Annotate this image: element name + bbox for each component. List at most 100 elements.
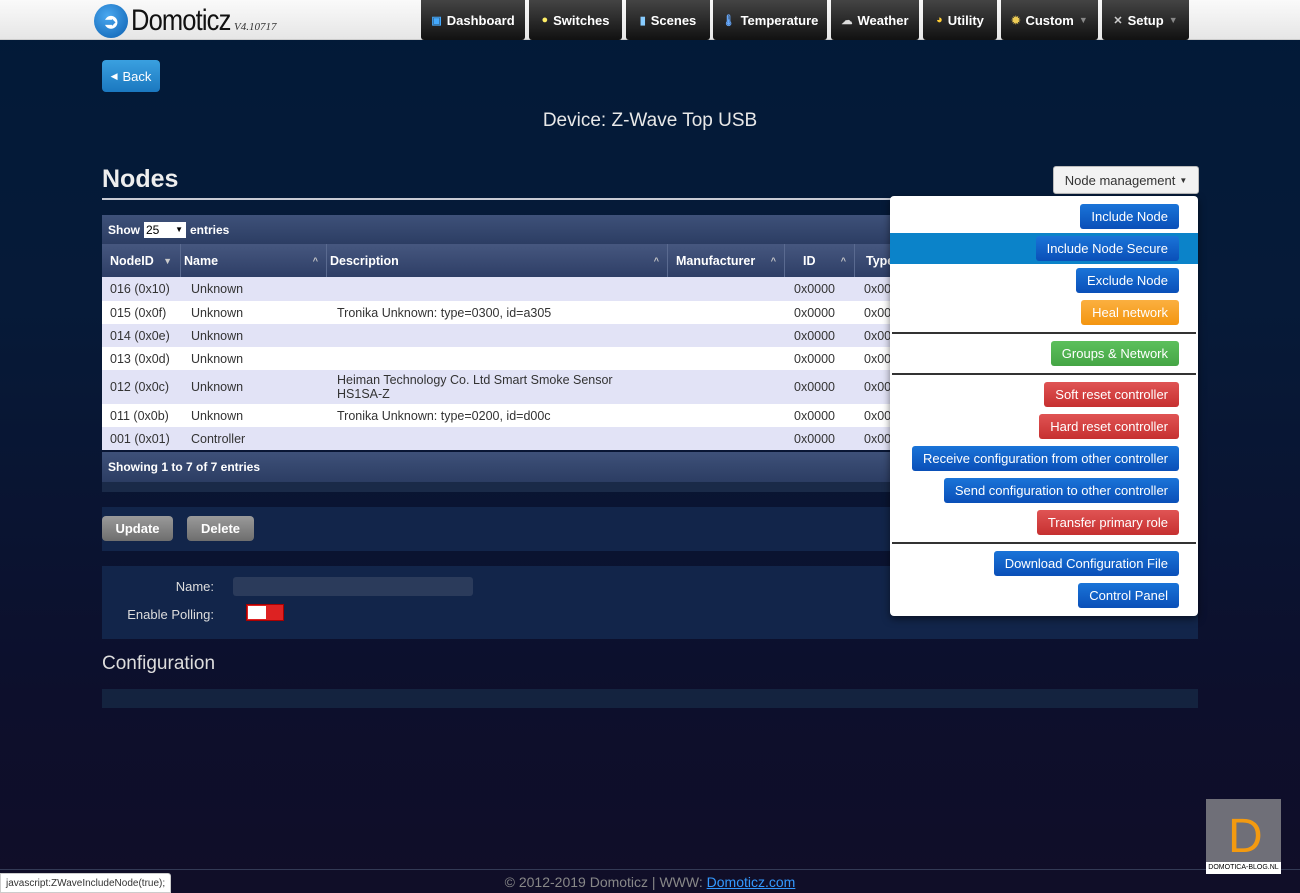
- status-bar-url: javascript:ZWaveIncludeNode(true);: [0, 873, 172, 893]
- menu-item-control-panel[interactable]: Control Panel: [1078, 583, 1179, 608]
- logo[interactable]: ➲ Domoticz V4.10717: [94, 4, 276, 38]
- nav-dashboard[interactable]: ▣ Dashboard: [421, 0, 525, 40]
- nav-label: Setup: [1127, 12, 1164, 28]
- table-cell: 016 (0x10): [110, 282, 170, 296]
- thermometer-icon: 🌡︎: [721, 14, 736, 27]
- entries-value: 25: [146, 222, 160, 237]
- table-cell: Unknown: [191, 351, 244, 366]
- caret-down-icon: ▼: [1078, 15, 1088, 25]
- gear-icon: ✹: [1011, 14, 1021, 27]
- arrow-left-icon: ◀: [110, 70, 118, 81]
- col-label: ID: [803, 253, 816, 268]
- table-cell: 013 (0x0d): [110, 351, 170, 366]
- table-cell: 0x0000: [794, 282, 836, 296]
- nodes-heading: Nodes: [102, 165, 179, 193]
- table-cell: 0x0000: [794, 380, 836, 394]
- menu-item-groups-network[interactable]: Groups & Network: [1050, 341, 1179, 366]
- utility-icon: ◕: [936, 14, 943, 26]
- table-cell: Unknown: [191, 328, 244, 343]
- caret-down-icon: ▼: [1179, 175, 1188, 185]
- table-cell: Unknown: [191, 380, 244, 394]
- sort-icon: ^: [312, 255, 318, 266]
- node-management-label: Node management: [1064, 172, 1176, 188]
- col-label: NodeID: [110, 253, 154, 268]
- nav-temperature[interactable]: 🌡︎ Temperature: [713, 0, 827, 40]
- sort-icon: ^: [770, 255, 776, 266]
- nav-switches[interactable]: ● Switches: [529, 0, 622, 40]
- back-button[interactable]: ◀ Back: [102, 60, 160, 92]
- nav-label: Custom: [1025, 12, 1074, 28]
- nav-label: Switches: [553, 12, 610, 28]
- table-cell: 014 (0x0e): [110, 328, 170, 343]
- col-label: Name: [184, 253, 219, 268]
- table-cell: Controller: [191, 431, 246, 446]
- polling-label: Enable Polling:: [127, 607, 214, 622]
- menu-item-transfer-primary-role[interactable]: Transfer primary role: [1036, 510, 1179, 535]
- menu-divider: [892, 542, 1196, 544]
- menu-item-soft-reset-controller[interactable]: Soft reset controller: [1044, 382, 1179, 407]
- nav-setup[interactable]: ✕ Setup ▼: [1102, 0, 1189, 40]
- col-manufacturer[interactable]: Manufacturer ^: [668, 244, 785, 277]
- menu-item-send-configuration-to-other-controller[interactable]: Send configuration to other controller: [943, 478, 1179, 503]
- table-cell: Unknown: [191, 408, 244, 423]
- menu-item-heal-network[interactable]: Heal network: [1081, 300, 1179, 325]
- table-cell: 0x0000: [794, 408, 836, 423]
- table-cell: 012 (0x0c): [110, 380, 170, 394]
- scenes-icon: ▮: [639, 14, 646, 27]
- name-input[interactable]: [233, 577, 473, 596]
- nav-scenes[interactable]: ▮ Scenes: [626, 0, 710, 40]
- polling-toggle[interactable]: [246, 604, 284, 621]
- entries-label: entries: [190, 222, 230, 237]
- col-id[interactable]: ID ^: [785, 244, 855, 277]
- watermark-logo: D DOMOTICA-BLOG.NL: [1206, 799, 1281, 874]
- nav-label: Dashboard: [446, 12, 515, 28]
- table-cell: Unknown: [191, 282, 244, 296]
- footer: © 2012-2019 Domoticz | WWW: Domoticz.com: [0, 874, 1300, 890]
- table-cell: 0x0000: [794, 305, 836, 320]
- tools-icon: ✕: [1113, 14, 1123, 27]
- delete-button[interactable]: Delete: [187, 516, 254, 541]
- table-cell: Tronika Unknown: type=0200, id=d00c: [337, 408, 551, 423]
- menu-item-download-configuration-file[interactable]: Download Configuration File: [993, 551, 1179, 576]
- show-label: Show: [108, 222, 140, 237]
- logo-icon: ➲: [94, 4, 128, 38]
- device-title: Device: Z-Wave Top USB: [542, 110, 758, 131]
- nav-label: Weather: [857, 12, 909, 28]
- menu-divider: [892, 332, 1196, 334]
- menu-item-hard-reset-controller[interactable]: Hard reset controller: [1039, 414, 1179, 439]
- col-label: Description: [330, 253, 399, 268]
- divider: [102, 198, 892, 200]
- table-cell: Tronika Unknown: type=0300, id=a305: [337, 305, 552, 320]
- logo-text: Domoticz: [131, 4, 231, 37]
- nav-utility[interactable]: ◕ Utility: [923, 0, 997, 40]
- menu-item-include-node[interactable]: Include Node: [1080, 204, 1179, 229]
- col-nodeid[interactable]: NodeID ▼: [102, 244, 181, 277]
- col-name[interactable]: Name ^: [181, 244, 327, 277]
- col-description[interactable]: Description ^: [327, 244, 668, 277]
- name-label: Name:: [175, 579, 214, 594]
- menu-item-receive-configuration-from-other-controller[interactable]: Receive configuration from other control…: [912, 446, 1179, 471]
- menu-item-exclude-node[interactable]: Exclude Node: [1076, 268, 1179, 293]
- bulb-icon: ●: [541, 14, 549, 26]
- update-button[interactable]: Update: [102, 516, 173, 541]
- configuration-heading: Configuration: [102, 653, 216, 674]
- nav-custom[interactable]: ✹ Custom ▼: [1001, 0, 1098, 40]
- nav-label: Temperature: [740, 12, 819, 28]
- table-cell: 001 (0x01): [110, 431, 170, 446]
- entries-select[interactable]: 25 ▼: [144, 221, 186, 238]
- node-management-button[interactable]: Node management ▼: [1053, 166, 1199, 194]
- table-cell: Unknown: [191, 305, 244, 320]
- menu-item-include-node-secure[interactable]: Include Node Secure: [1035, 236, 1179, 261]
- sort-desc-icon: ▼: [163, 255, 172, 266]
- node-management-menu: Include Node Include Node Secure Exclude N…: [890, 196, 1198, 616]
- nav-weather[interactable]: ☁ Weather: [831, 0, 919, 40]
- table-cell: 0x0000: [794, 328, 836, 343]
- domoticz-link[interactable]: Domoticz.com: [707, 874, 796, 890]
- nav-label: Scenes: [650, 12, 697, 28]
- dashboard-icon: ▣: [431, 14, 442, 27]
- menu-divider: [892, 373, 1196, 375]
- weather-icon: ☁: [841, 14, 853, 27]
- table-cell: Heiman Technology Co. Ltd Smart Smoke Se…: [337, 373, 613, 401]
- sort-icon: ^: [653, 255, 659, 266]
- version-label: V4.10717: [234, 21, 277, 33]
